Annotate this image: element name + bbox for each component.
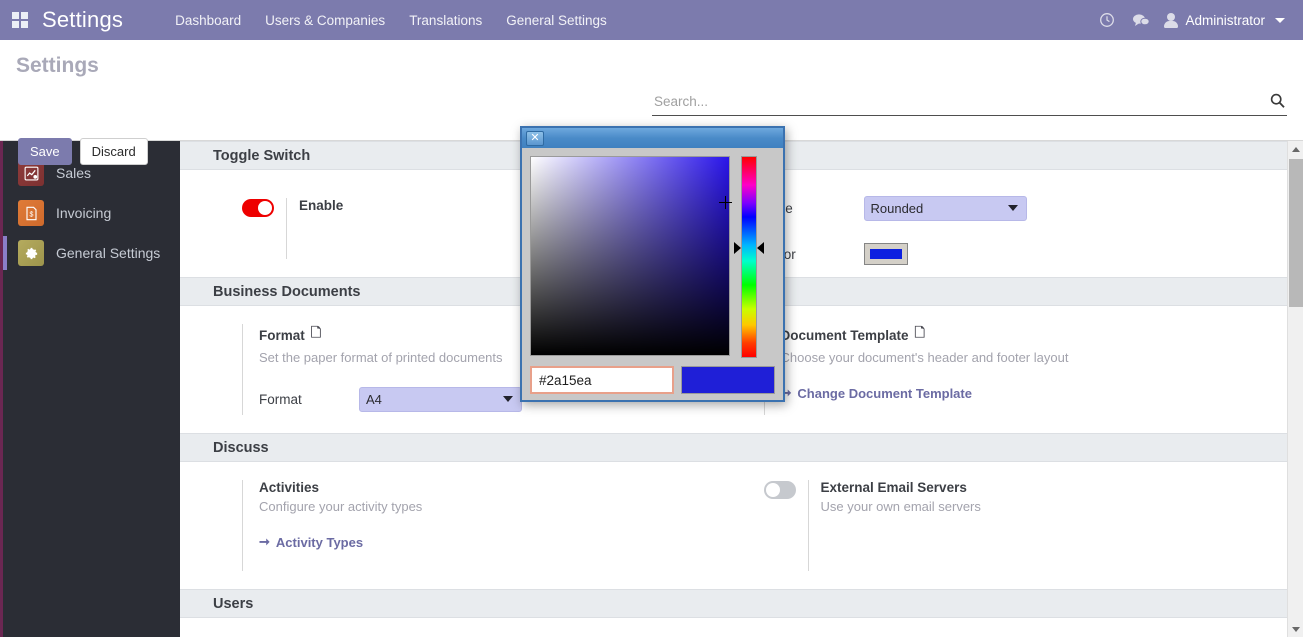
setting-description: Configure your activity types <box>259 499 423 514</box>
section-title: Discuss <box>180 433 1287 462</box>
hue-strip-wrap <box>734 156 764 358</box>
grid-cell <box>12 12 19 19</box>
grid-cell <box>12 21 19 28</box>
divider <box>807 480 809 571</box>
discard-button[interactable]: Discard <box>79 138 148 165</box>
sidebar-item-label: General Settings <box>56 245 161 261</box>
invoice-icon: $ <box>18 200 44 226</box>
external-email-servers-toggle[interactable] <box>763 481 796 499</box>
gear-icon <box>18 240 44 266</box>
grid-cell <box>21 12 28 19</box>
vertical-scrollbar[interactable] <box>1287 141 1303 637</box>
action-buttons: Save Discard <box>18 138 148 165</box>
setting-label: Activities <box>259 480 320 495</box>
type-select[interactable]: Rounded <box>863 196 1027 221</box>
settings-section-users: Users <box>180 589 1287 618</box>
document-template-title: Document Template <box>780 327 909 343</box>
value-row <box>530 366 775 394</box>
setting-label: External Email Servers <box>820 480 967 495</box>
scrollbar-thumb[interactable] <box>1289 159 1303 307</box>
nav-item-dashboard[interactable]: Dashboard <box>163 2 253 39</box>
color-preview-swatch <box>681 366 775 394</box>
app-brand-title: Settings <box>42 7 124 32</box>
avatar-icon <box>1164 12 1179 28</box>
setting-label: Document Template 🗋 <box>781 324 1288 346</box>
format-select[interactable]: A4 <box>359 387 522 412</box>
navbar-right-group: Administrator <box>1090 0 1303 40</box>
setting-document-template: Document Template 🗋 Choose your document… <box>734 324 1288 415</box>
sv-crosshair-icon <box>719 196 732 209</box>
hue-slider[interactable] <box>741 156 757 358</box>
format-field-label: Format <box>259 392 302 407</box>
scroll-up-arrow-icon[interactable] <box>1288 141 1303 157</box>
setting-label: Enable <box>299 198 344 213</box>
link-label: Activity Types <box>275 534 364 550</box>
sidebar-item-label: Sales <box>56 165 92 181</box>
color-swatch <box>868 248 903 260</box>
svg-text:$: $ <box>29 211 33 218</box>
saturation-value-square[interactable] <box>530 156 732 356</box>
hex-color-input[interactable] <box>530 366 674 394</box>
arrow-right-icon: ➞ <box>259 534 270 549</box>
search-bar[interactable] <box>652 92 1287 116</box>
type-select-wrap: Rounded <box>863 196 1027 221</box>
toggle-knob <box>765 483 780 497</box>
grid-cell <box>21 21 28 28</box>
active-indicator <box>3 236 7 270</box>
apps-grid-icon[interactable] <box>12 12 28 28</box>
setting-description: Choose your document's header and footer… <box>780 350 1069 365</box>
dialog-titlebar: ✕ <box>522 128 783 148</box>
sidebar-edge-accent <box>0 141 3 637</box>
document-icon: 🗋 <box>310 325 322 340</box>
hue-marker-right-icon <box>757 242 764 254</box>
color-picker-dialog: ✕ <box>520 126 785 402</box>
chat-bubble-icon[interactable] <box>1124 0 1158 40</box>
toggle-knob <box>258 201 272 215</box>
divider <box>286 198 287 259</box>
format-title: Format <box>259 327 305 343</box>
nav-item-general-settings[interactable]: General Settings <box>494 2 619 39</box>
main-menu: Dashboard Users & Companies Translations… <box>163 2 619 39</box>
picker-row <box>530 156 775 358</box>
format-select-wrap: A4 <box>359 387 522 412</box>
sidebar-item-general-settings[interactable]: General Settings <box>0 233 180 273</box>
search-input[interactable] <box>652 92 1270 111</box>
setting-external-email-servers: External Email Servers Use your own emai… <box>734 480 1288 571</box>
nav-item-translations[interactable]: Translations <box>397 2 494 39</box>
close-icon[interactable]: ✕ <box>526 130 544 146</box>
clock-icon[interactable] <box>1090 0 1124 40</box>
user-menu[interactable]: Administrator <box>1158 0 1293 40</box>
dialog-body <box>522 148 783 402</box>
hue-marker-left-icon <box>734 242 741 254</box>
setting-activities: Activities Configure your activity types… <box>180 480 734 571</box>
setting-type-color: Type Rounded Color <box>734 188 1288 265</box>
save-button[interactable]: Save <box>18 138 72 165</box>
change-document-template-link[interactable]: ➞ Change Document Template <box>781 385 972 401</box>
setting-description: Use your own email servers <box>820 499 981 514</box>
enable-toggle[interactable] <box>242 199 274 217</box>
scroll-down-arrow-icon[interactable] <box>1288 621 1303 637</box>
nav-item-users-companies[interactable]: Users & Companies <box>253 2 397 39</box>
settings-section-discuss: Discuss Activities Configure your activi… <box>180 433 1287 589</box>
color-swatch-button[interactable] <box>863 243 908 265</box>
sidebar-item-label: Invoicing <box>56 205 112 221</box>
settings-sidebar: Sales $ Invoicing General Settings <box>0 141 180 637</box>
document-icon: 🗋 <box>914 325 925 340</box>
chevron-down-icon <box>1275 17 1285 23</box>
user-menu-label: Administrator <box>1185 12 1265 28</box>
breadcrumb: Settings <box>16 54 99 77</box>
top-navbar: Settings Dashboard Users & Companies Tra… <box>0 0 1303 40</box>
search-icon[interactable] <box>1270 93 1287 111</box>
section-title: Users <box>180 589 1287 618</box>
activity-types-link[interactable]: ➞ Activity Types <box>259 534 363 550</box>
link-label: Change Document Template <box>797 385 972 401</box>
sidebar-item-invoicing[interactable]: $ Invoicing <box>0 193 180 233</box>
